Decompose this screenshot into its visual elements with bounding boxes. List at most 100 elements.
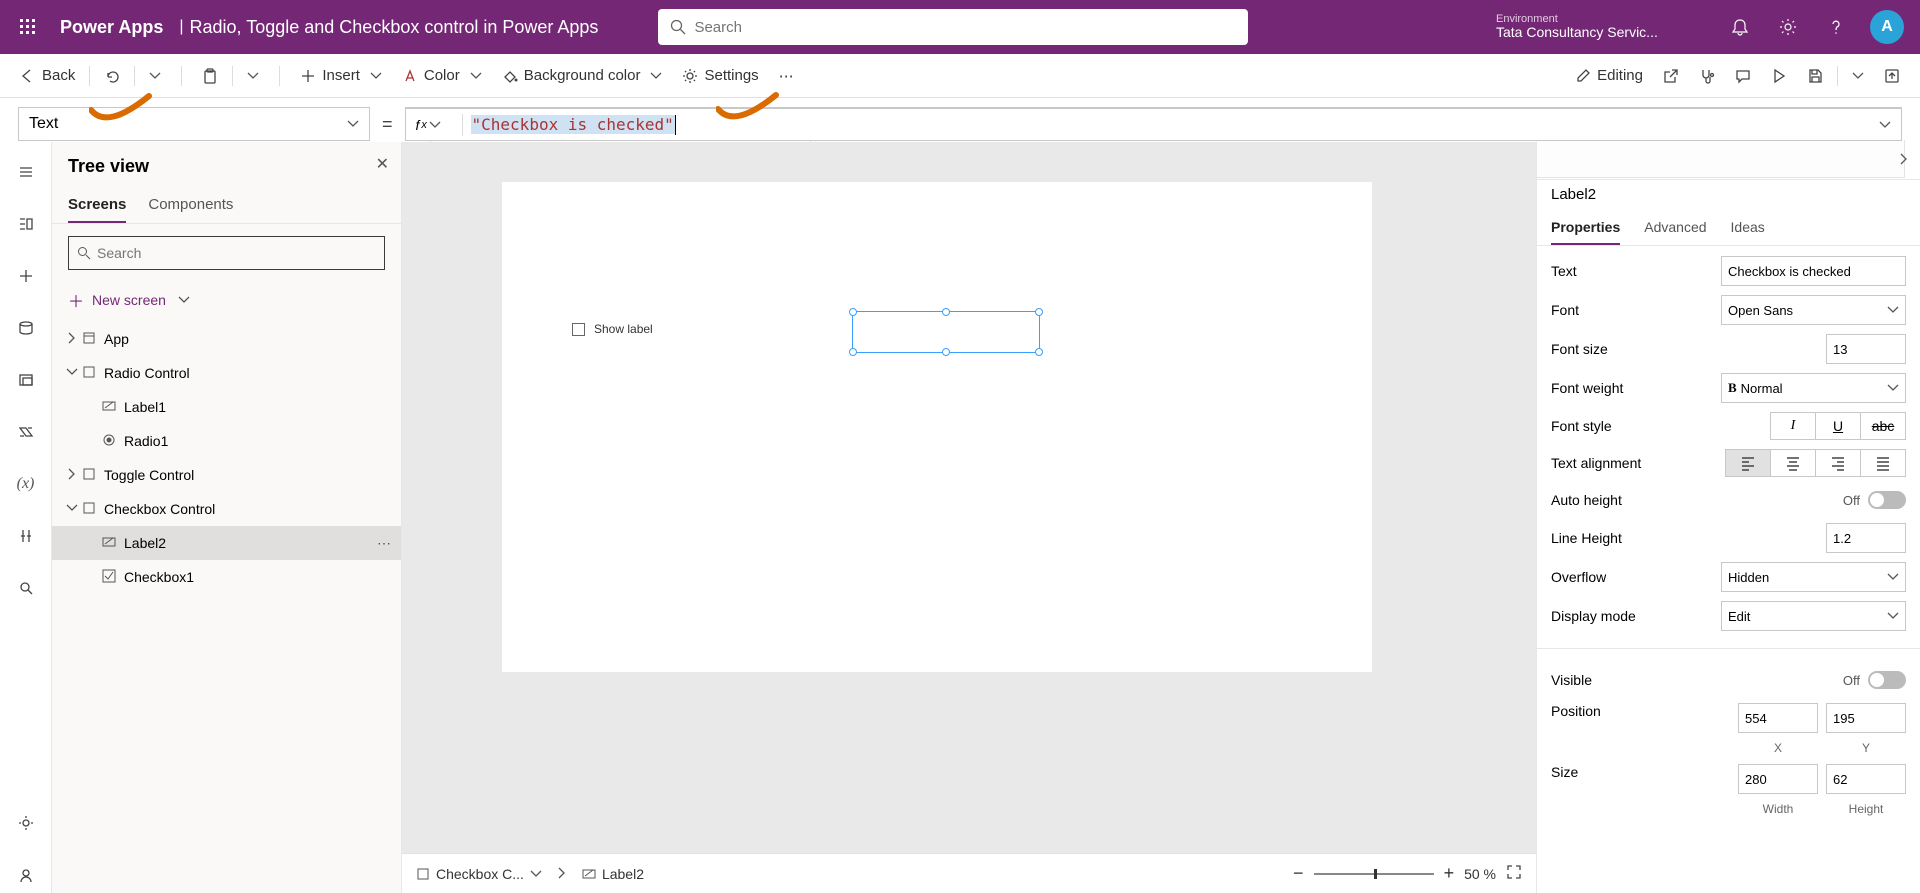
insert-rail-icon[interactable] (8, 258, 44, 294)
align-left-button[interactable] (1725, 449, 1771, 477)
formula-expand-icon[interactable] (1879, 119, 1891, 131)
prop-label-align: Text alignment (1551, 455, 1725, 471)
breadcrumb-selected[interactable]: Label2 (582, 866, 644, 882)
align-justify-button[interactable] (1860, 449, 1906, 477)
prop-font-select[interactable]: Open Sans (1721, 295, 1906, 325)
paste-dropdown[interactable] (237, 54, 269, 97)
visible-toggle[interactable] (1868, 671, 1906, 689)
share-button[interactable] (1653, 54, 1689, 97)
tab-ideas[interactable]: Ideas (1731, 211, 1765, 245)
doc-title[interactable]: Radio, Toggle and Checkbox control in Po… (190, 17, 599, 38)
save-dropdown[interactable] (1842, 54, 1874, 97)
preview-button[interactable] (1761, 54, 1797, 97)
insert-button[interactable]: Insert (290, 54, 392, 97)
tab-properties[interactable]: Properties (1551, 211, 1620, 245)
align-right-button[interactable] (1815, 449, 1861, 477)
prop-overflow-select[interactable]: Hidden (1721, 562, 1906, 592)
undo-history-dropdown[interactable] (139, 54, 171, 97)
strikethrough-button[interactable]: abc (1860, 412, 1906, 440)
flows-rail-icon[interactable] (8, 414, 44, 450)
zoom-slider[interactable] (1314, 873, 1434, 875)
prop-width-input[interactable]: 280 (1738, 764, 1818, 794)
variables-rail-icon[interactable]: (x) (8, 466, 44, 502)
more-button[interactable]: ⋯ (769, 54, 804, 97)
color-button[interactable]: Color (392, 54, 492, 97)
checkbox-show-label[interactable]: Show label (572, 322, 653, 336)
tree-node-toggle-control[interactable]: Toggle Control (52, 458, 401, 492)
settings-gear-icon[interactable] (1764, 5, 1812, 49)
checkbox-icon[interactable] (572, 323, 585, 336)
data-rail-icon[interactable] (8, 310, 44, 346)
breadcrumb-screen[interactable]: Checkbox C... (416, 866, 542, 882)
user-avatar[interactable]: A (1870, 10, 1904, 44)
back-button[interactable]: Back (10, 54, 85, 97)
prop-displaymode-select[interactable]: Edit (1721, 601, 1906, 631)
undo-button[interactable] (94, 54, 130, 97)
prop-fontweight-select[interactable]: BNormal (1721, 373, 1906, 403)
property-dropdown[interactable]: Text (18, 107, 370, 141)
environment-picker[interactable]: Environment Tata Consultancy Servic... (1476, 13, 1716, 40)
resize-handle[interactable] (942, 308, 950, 316)
zoom-in-button[interactable]: + (1444, 863, 1455, 884)
virtual-agent-icon[interactable] (8, 857, 44, 893)
bgcolor-button[interactable]: Background color (492, 54, 673, 97)
prop-lineheight-input[interactable]: 1.2 (1826, 523, 1906, 553)
tree-node-checkbox1[interactable]: Checkbox1 (52, 560, 401, 594)
global-search-input[interactable] (694, 19, 1236, 36)
settings-rail-icon[interactable] (8, 805, 44, 841)
resize-handle[interactable] (942, 348, 950, 356)
resize-handle[interactable] (849, 348, 857, 356)
app-title[interactable]: Power Apps (50, 17, 173, 38)
help-icon[interactable] (1812, 5, 1860, 49)
zoom-out-button[interactable]: − (1293, 863, 1304, 884)
app-checker-button[interactable] (1689, 54, 1725, 97)
settings-button[interactable]: Settings (672, 54, 768, 97)
fit-to-screen-icon[interactable] (1506, 864, 1522, 883)
close-icon[interactable]: ✕ (376, 154, 389, 174)
resize-handle[interactable] (849, 308, 857, 316)
media-rail-icon[interactable] (8, 362, 44, 398)
publish-button[interactable] (1874, 54, 1910, 97)
tree-node-app[interactable]: App (52, 322, 401, 356)
tree-node-checkbox-control[interactable]: Checkbox Control (52, 492, 401, 526)
paste-button[interactable] (192, 54, 228, 97)
global-search[interactable] (658, 9, 1248, 45)
notifications-icon[interactable] (1716, 5, 1764, 49)
underline-button[interactable]: U (1815, 412, 1861, 440)
tree-node-label1[interactable]: Label1 (52, 390, 401, 424)
tools-rail-icon[interactable] (8, 518, 44, 554)
tree-node-label2[interactable]: Label2 ⋯ (52, 526, 401, 560)
tree-node-radio-control[interactable]: Radio Control (52, 356, 401, 390)
tab-screens[interactable]: Screens (68, 190, 126, 223)
tree-search[interactable] (68, 236, 385, 270)
prop-x-input[interactable]: 554 (1738, 703, 1818, 733)
canvas-screen[interactable]: Show label (502, 182, 1372, 672)
tab-advanced[interactable]: Advanced (1644, 211, 1706, 245)
prop-y-input[interactable]: 195 (1826, 703, 1906, 733)
search-rail-icon[interactable] (8, 570, 44, 606)
tab-components[interactable]: Components (148, 190, 233, 223)
more-icon[interactable]: ⋯ (377, 535, 391, 552)
expand-panel-icon[interactable] (1898, 152, 1910, 170)
resize-handle[interactable] (1035, 348, 1043, 356)
formula-input[interactable]: fx "Checkbox is checked" (405, 107, 1902, 141)
tree-search-input[interactable] (97, 245, 376, 261)
tree-view-icon[interactable] (8, 206, 44, 242)
prop-height-input[interactable]: 62 (1826, 764, 1906, 794)
align-center-button[interactable] (1770, 449, 1816, 477)
prop-fontsize-input[interactable]: 13 (1826, 334, 1906, 364)
editing-mode-button[interactable]: Editing (1565, 54, 1653, 97)
autoheight-toggle[interactable] (1868, 491, 1906, 509)
tree-node-radio1[interactable]: Radio1 (52, 424, 401, 458)
hamburger-icon[interactable] (8, 154, 44, 190)
prop-text-input[interactable]: Checkbox is checked (1721, 256, 1906, 286)
prop-label-fontsize: Font size (1551, 341, 1826, 357)
save-button[interactable] (1797, 54, 1833, 97)
italic-button[interactable]: I (1770, 412, 1816, 440)
new-screen-button[interactable]: ＋ New screen (52, 282, 401, 322)
fx-icon: fx (416, 117, 454, 133)
resize-handle[interactable] (1035, 308, 1043, 316)
waffle-icon[interactable] (6, 5, 50, 49)
comments-button[interactable] (1725, 54, 1761, 97)
selected-label-control[interactable] (852, 311, 1040, 353)
